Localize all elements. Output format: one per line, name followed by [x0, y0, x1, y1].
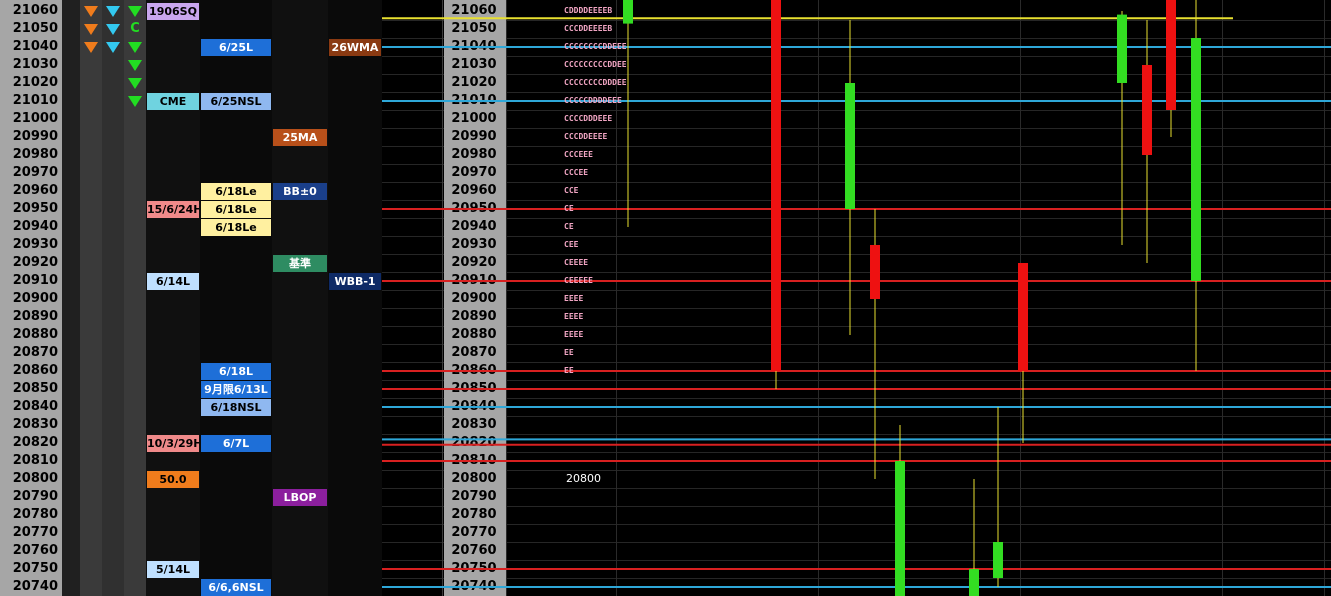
candle-body[interactable] [870, 245, 880, 299]
tpo-row: CCCCCCCCDDEEE [564, 42, 627, 51]
tpo-row: CDDDDEEEEB [564, 6, 613, 15]
tpo-row: CEEEE [564, 258, 589, 267]
candle-body[interactable] [993, 542, 1003, 578]
tpo-row: EEEE [564, 330, 584, 339]
candle-body[interactable] [1166, 0, 1176, 110]
tpo-row: CCCCDDDEEE [564, 114, 613, 123]
tpo-row: CCCCCCCCCDDEE [564, 60, 627, 69]
candle-body[interactable] [845, 83, 855, 209]
tpo-row: CCCDDEEEEB [564, 24, 613, 33]
tpo-row: CEEEEE [564, 276, 593, 285]
candle-body[interactable] [969, 569, 979, 596]
tpo-row: CCCDDEEEE [564, 132, 608, 141]
tpo-row: CE [564, 222, 574, 231]
candle-body[interactable] [895, 461, 905, 596]
candle-body[interactable] [771, 0, 781, 371]
tpo-row: CCCEE [564, 168, 589, 177]
tpo-row: CCE [564, 186, 579, 195]
tpo-row: CE [564, 204, 574, 213]
tpo-row: EE [564, 366, 574, 375]
candle-body[interactable] [1142, 65, 1152, 155]
tpo-row: EEEE [564, 294, 584, 303]
chart-cursor-label: 20800 [566, 472, 601, 485]
candle-body[interactable] [623, 0, 633, 24]
tpo-row: CCCEEE [564, 150, 593, 159]
tpo-row: EEEE [564, 312, 584, 321]
candlestick-chart [382, 0, 1331, 596]
tpo-row: CCCCCDDDDEEE [564, 96, 622, 105]
tpo-row: CCCCCCCCDDDEE [564, 78, 627, 87]
candle-body[interactable] [1117, 14, 1127, 84]
candle-body[interactable] [1191, 38, 1201, 281]
tpo-row: EE [564, 348, 574, 357]
candle-body[interactable] [1018, 263, 1028, 371]
tpo-row: CEE [564, 240, 579, 249]
trading-ladder-window: 21060 21050 21040 21030 21020 21010 21000 20990… [0, 0, 1331, 596]
